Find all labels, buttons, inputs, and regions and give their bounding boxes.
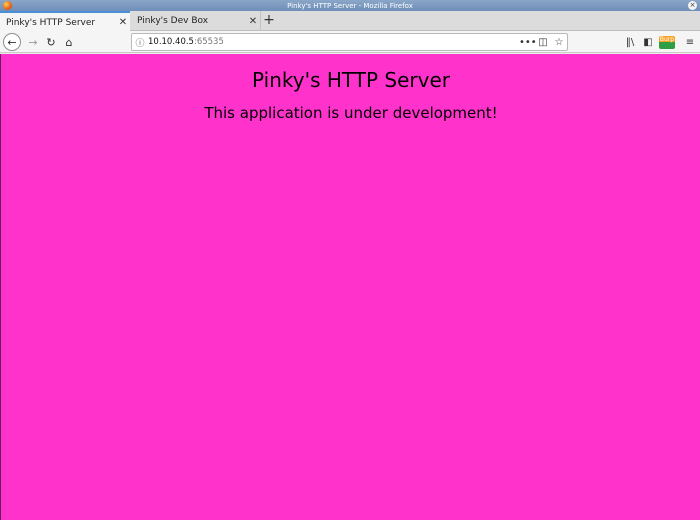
- info-icon[interactable]: ⓘ: [132, 36, 148, 49]
- reload-icon: ↻: [46, 35, 56, 49]
- tab-pinkys-dev-box[interactable]: Pinky's Dev Box ✕: [131, 11, 261, 31]
- page-content: Pinky's HTTP Server This application is …: [0, 54, 700, 520]
- forward-icon: →: [28, 35, 38, 49]
- firefox-icon: [3, 1, 12, 10]
- forward-button[interactable]: →: [24, 33, 42, 51]
- window-title: Pinky's HTTP Server - Mozilla Firefox: [287, 1, 413, 10]
- tab-pinkys-http-server[interactable]: Pinky's HTTP Server ✕: [0, 11, 130, 32]
- pocket-icon[interactable]: ◫: [535, 37, 551, 48]
- burp-proxy-icon[interactable]: Burp: [658, 33, 676, 51]
- home-button[interactable]: ⌂: [60, 33, 78, 51]
- url-port: :65535: [193, 37, 224, 47]
- url-bar[interactable]: ⓘ 10.10.40.5:65535 ••• ◫ ☆: [131, 33, 568, 51]
- home-icon: ⌂: [65, 35, 73, 49]
- navigation-toolbar: ← → ↻ ⌂ ⓘ 10.10.40.5:65535 ••• ◫ ☆ ‖\ ◧ …: [0, 31, 700, 53]
- tab-title: Pinky's HTTP Server: [6, 17, 96, 28]
- back-button[interactable]: ←: [3, 33, 21, 51]
- hamburger-menu-icon[interactable]: ≡: [682, 33, 698, 51]
- page-heading: Pinky's HTTP Server: [252, 68, 450, 92]
- new-tab-button[interactable]: +: [262, 11, 276, 31]
- window-close-icon[interactable]: ×: [688, 1, 697, 10]
- bookmark-star-icon[interactable]: ☆: [551, 37, 567, 48]
- page-subheading: This application is under development!: [204, 104, 498, 122]
- library-icon[interactable]: ‖\: [622, 33, 638, 51]
- close-icon[interactable]: ✕: [116, 17, 130, 28]
- close-icon[interactable]: ✕: [246, 16, 260, 27]
- more-actions-icon[interactable]: •••: [519, 37, 537, 48]
- back-icon: ←: [7, 35, 17, 49]
- sidebar-icon[interactable]: ◧: [640, 33, 656, 51]
- tab-title: Pinky's Dev Box: [137, 16, 209, 26]
- url-host: 10.10.40.5: [148, 37, 194, 47]
- tab-strip: Pinky's HTTP Server ✕ Pinky's Dev Box ✕ …: [0, 11, 700, 32]
- window-titlebar: Pinky's HTTP Server - Mozilla Firefox ×: [0, 0, 700, 11]
- reload-button[interactable]: ↻: [42, 33, 60, 51]
